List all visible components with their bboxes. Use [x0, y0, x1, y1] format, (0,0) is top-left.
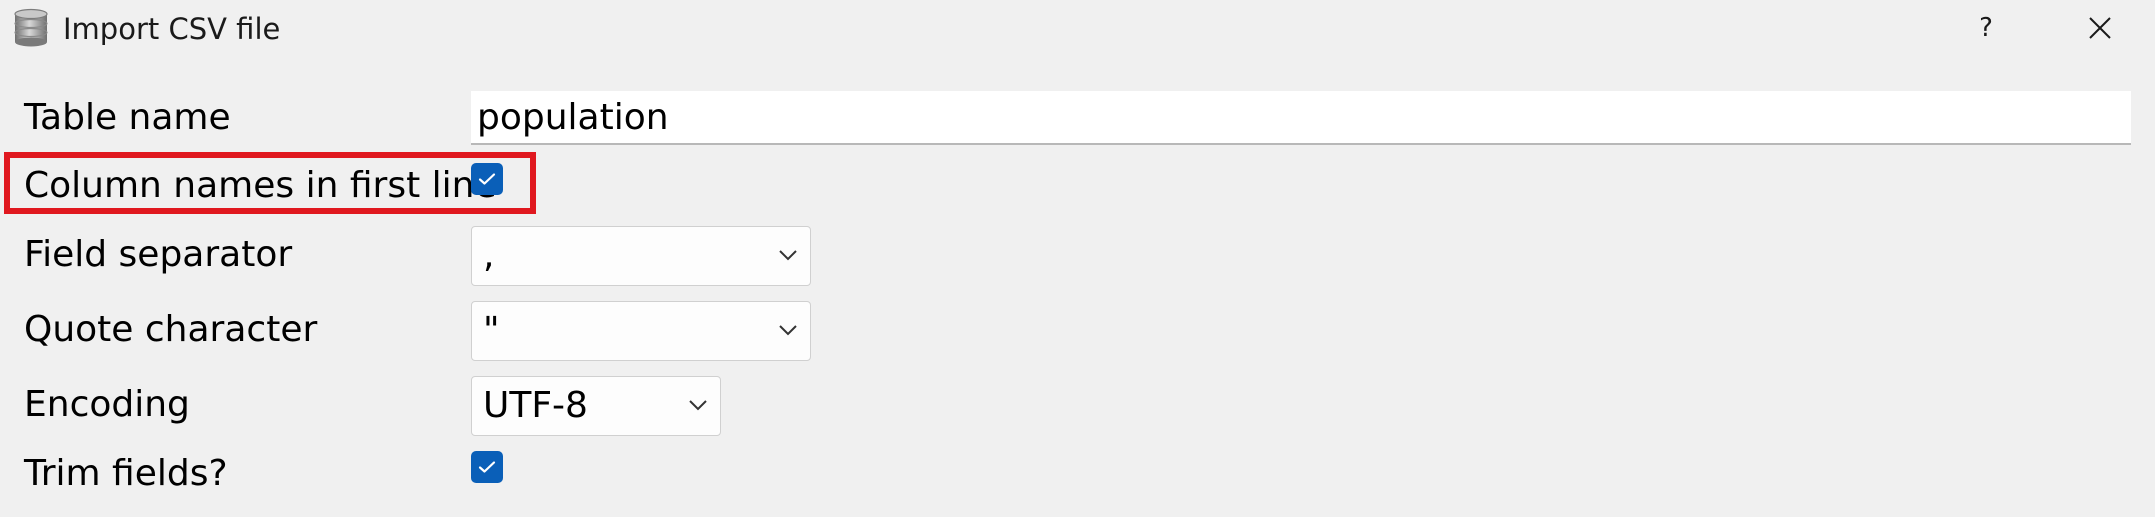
chevron-down-icon	[779, 250, 797, 261]
trim-fields-label: Trim fields?	[24, 453, 228, 494]
close-button[interactable]	[2076, 4, 2124, 52]
title-bar: Import CSV file ?	[0, 0, 2155, 58]
database-icon	[14, 8, 48, 47]
quote-character-label: Quote character	[24, 309, 318, 350]
chevron-down-icon	[689, 400, 707, 411]
quote-character-value: "	[483, 310, 500, 351]
field-separator-value: ,	[483, 235, 495, 276]
encoding-value: UTF-8	[483, 385, 588, 426]
highlight-box	[4, 152, 536, 214]
encoding-label: Encoding	[24, 384, 190, 425]
table-name-label: Table name	[24, 97, 231, 138]
checkmark-icon	[478, 461, 496, 473]
quote-character-select[interactable]: "	[471, 301, 811, 361]
window-title: Import CSV file	[63, 12, 281, 46]
encoding-select[interactable]: UTF-8	[471, 376, 721, 436]
field-separator-select[interactable]: ,	[471, 226, 811, 286]
close-icon	[2089, 17, 2111, 39]
help-button[interactable]: ?	[1962, 4, 2010, 52]
trim-fields-checkbox[interactable]	[471, 451, 503, 483]
table-name-input[interactable]	[471, 91, 2131, 145]
chevron-down-icon	[779, 325, 797, 336]
field-separator-label: Field separator	[24, 234, 293, 275]
